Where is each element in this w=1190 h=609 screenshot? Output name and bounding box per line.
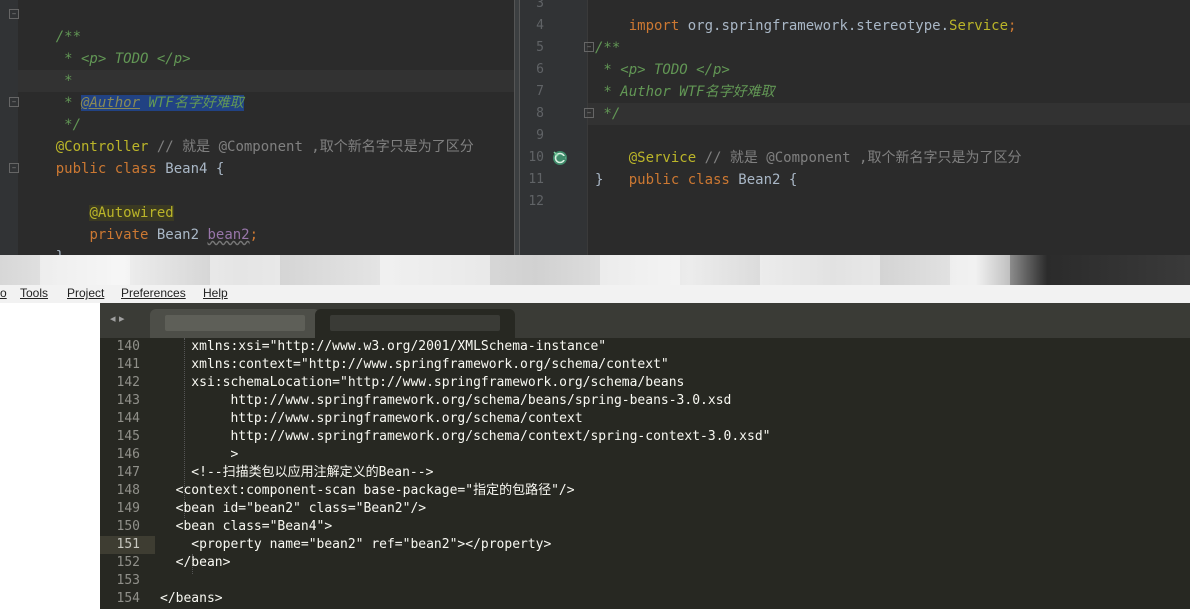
code-line[interactable]: @Service // 就是 @Component ,取个新名字只是为了区分 bbox=[595, 125, 1022, 166]
code-line[interactable]: <bean id="bean2" class="Bean2"/> bbox=[160, 500, 426, 518]
code-line[interactable]: > bbox=[160, 446, 238, 464]
line-number: 140 bbox=[116, 339, 140, 354]
fold-marker-icon[interactable]: − bbox=[584, 42, 594, 52]
code-line[interactable]: */ bbox=[22, 92, 81, 133]
side-panel bbox=[0, 303, 100, 609]
selected-text: @Author WTF名字好难取 bbox=[81, 95, 244, 111]
line-number: 141 bbox=[116, 357, 140, 372]
code-line[interactable]: } bbox=[22, 224, 64, 255]
obscured-tab-title bbox=[165, 315, 305, 331]
code-line[interactable]: @Autowired bbox=[22, 180, 174, 221]
line-number: 146 bbox=[116, 447, 140, 462]
menu-item-project[interactable]: Project bbox=[67, 285, 104, 302]
line-number: 148 bbox=[116, 483, 140, 498]
code-line[interactable]: public class Bean2 { bbox=[595, 147, 798, 188]
code-line[interactable]: http://www.springframework.org/schema/be… bbox=[160, 392, 731, 410]
line-number: 11 bbox=[528, 172, 544, 187]
code-line[interactable]: @Controller // 就是 @Component ,取个新名字只是为了区… bbox=[22, 114, 474, 155]
current-line-highlight bbox=[588, 103, 1190, 125]
code-line[interactable]: <context:component-scan base-package="指定… bbox=[160, 482, 575, 500]
menu-item-tools[interactable]: Tools bbox=[20, 285, 48, 302]
line-number-active: 151 bbox=[116, 537, 140, 552]
obscured-region bbox=[0, 255, 1190, 285]
line-number: 153 bbox=[116, 573, 140, 588]
code-line[interactable]: /** bbox=[595, 37, 620, 59]
line-number: 152 bbox=[116, 555, 140, 570]
tab-bar: ◂ ▸ bbox=[100, 303, 1190, 338]
line-number: 144 bbox=[116, 411, 140, 426]
code-line[interactable]: <!--扫描类包以应用注解定义的Bean--> bbox=[160, 464, 433, 482]
line-number: 7 bbox=[536, 84, 544, 99]
line-number: 147 bbox=[116, 465, 140, 480]
code-line[interactable]: * <p> TODO </p> bbox=[595, 59, 729, 81]
left-editor-gutter bbox=[0, 0, 18, 255]
code-line[interactable]: http://www.springframework.org/schema/co… bbox=[160, 428, 770, 446]
line-number: 154 bbox=[116, 591, 140, 606]
code-line[interactable]: xsi:schemaLocation="http://www.springfra… bbox=[160, 374, 684, 392]
line-number: 9 bbox=[536, 128, 544, 143]
code-line[interactable]: * bbox=[22, 48, 72, 89]
xml-code-editor[interactable]: ◂ ▸ 140 xmlns:xsi="http://www.w3.org/200… bbox=[100, 303, 1190, 609]
menu-item-help[interactable]: Help bbox=[203, 285, 228, 302]
code-line[interactable]: xmlns:context="http://www.springframewor… bbox=[160, 356, 668, 374]
code-line[interactable]: http://www.springframework.org/schema/co… bbox=[160, 410, 582, 428]
code-line[interactable]: } bbox=[595, 169, 603, 191]
code-line[interactable]: private Bean2 bean2; bbox=[22, 202, 258, 243]
code-line[interactable]: xmlns:xsi="http://www.w3.org/2001/XMLSch… bbox=[160, 338, 606, 356]
line-number: 150 bbox=[116, 519, 140, 534]
fold-marker-icon[interactable]: − bbox=[9, 97, 19, 107]
code-line[interactable]: </bean> bbox=[160, 554, 231, 572]
fold-marker-icon[interactable]: − bbox=[9, 9, 19, 19]
code-line[interactable]: import org.springframework.stereotype.Se… bbox=[595, 0, 1017, 34]
code-line[interactable]: * <p> TODO </p> bbox=[22, 26, 190, 67]
code-line[interactable]: <bean class="Bean4"> bbox=[160, 518, 333, 536]
fold-marker-icon[interactable]: − bbox=[9, 163, 19, 173]
tab-nav-arrows-icon[interactable]: ◂ ▸ bbox=[110, 312, 125, 325]
right-code-editor[interactable]: − − 3 4 5 6 7 8 9 10 11 12 import org.sp… bbox=[520, 0, 1190, 255]
line-number: 143 bbox=[116, 393, 140, 408]
line-number: 145 bbox=[116, 429, 140, 444]
line-number: 5 bbox=[536, 40, 544, 55]
menu-bar: o Tools Project Preferences Help bbox=[0, 285, 1190, 304]
line-number: 142 bbox=[116, 375, 140, 390]
spring-bean-icon[interactable] bbox=[552, 150, 568, 166]
line-number: 12 bbox=[528, 194, 544, 209]
code-line[interactable]: */ bbox=[595, 103, 620, 125]
code-line[interactable]: public class Bean4 { bbox=[22, 136, 225, 177]
line-number: 10 bbox=[528, 150, 544, 165]
line-number: 6 bbox=[536, 62, 544, 77]
code-line[interactable]: /** bbox=[22, 4, 81, 45]
code-line-active[interactable]: <property name="bean2" ref="bean2"></pro… bbox=[160, 536, 551, 554]
fold-marker-icon[interactable]: − bbox=[584, 108, 594, 118]
left-code-editor[interactable]: − − − /** * <p> TODO </p> * * @Author WT… bbox=[0, 0, 514, 255]
code-line[interactable]: * @Author WTF名字好难取 bbox=[22, 70, 244, 111]
menu-item-partial[interactable]: o bbox=[0, 285, 7, 302]
menu-item-preferences[interactable]: Preferences bbox=[121, 285, 186, 302]
line-number: 4 bbox=[536, 18, 544, 33]
obscured-tab-title bbox=[330, 315, 500, 331]
code-line[interactable]: </beans> bbox=[160, 590, 223, 608]
code-line[interactable] bbox=[22, 158, 56, 180]
line-number: 149 bbox=[116, 501, 140, 516]
line-number: 3 bbox=[536, 0, 544, 11]
line-number: 8 bbox=[536, 106, 544, 121]
code-line[interactable]: * Author WTF名字好难取 bbox=[595, 81, 774, 103]
